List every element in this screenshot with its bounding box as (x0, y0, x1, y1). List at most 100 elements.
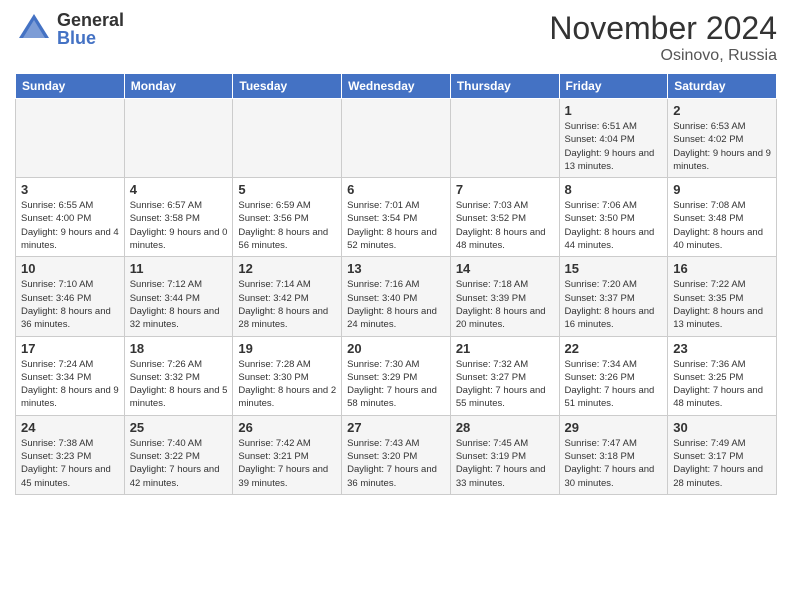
calendar-cell: 5 Sunrise: 6:59 AM Sunset: 3:56 PM Daylig… (233, 178, 342, 257)
day-info: Sunrise: 7:40 AM Sunset: 3:22 PM Dayligh… (130, 437, 228, 490)
title-block: November 2024 Osinovo, Russia (549, 10, 777, 65)
calendar-week-2: 3 Sunrise: 6:55 AM Sunset: 4:00 PM Daylig… (16, 178, 777, 257)
day-info: Sunrise: 7:34 AM Sunset: 3:26 PM Dayligh… (565, 358, 663, 411)
day-number: 23 (673, 341, 771, 356)
day-info: Sunrise: 7:22 AM Sunset: 3:35 PM Dayligh… (673, 278, 771, 331)
day-info: Sunrise: 7:45 AM Sunset: 3:19 PM Dayligh… (456, 437, 554, 490)
calendar-cell: 3 Sunrise: 6:55 AM Sunset: 4:00 PM Daylig… (16, 178, 125, 257)
day-info: Sunrise: 6:59 AM Sunset: 3:56 PM Dayligh… (238, 199, 336, 252)
calendar-cell: 1 Sunrise: 6:51 AM Sunset: 4:04 PM Daylig… (559, 99, 668, 178)
calendar-cell (233, 99, 342, 178)
day-number: 10 (21, 261, 119, 276)
location: Osinovo, Russia (549, 47, 777, 65)
day-info: Sunrise: 7:01 AM Sunset: 3:54 PM Dayligh… (347, 199, 445, 252)
calendar-cell (124, 99, 233, 178)
day-number: 8 (565, 182, 663, 197)
calendar-cell: 10 Sunrise: 7:10 AM Sunset: 3:46 PM Dayli… (16, 257, 125, 336)
day-info: Sunrise: 7:06 AM Sunset: 3:50 PM Dayligh… (565, 199, 663, 252)
day-info: Sunrise: 7:43 AM Sunset: 3:20 PM Dayligh… (347, 437, 445, 490)
day-number: 12 (238, 261, 336, 276)
day-info: Sunrise: 7:26 AM Sunset: 3:32 PM Dayligh… (130, 358, 228, 411)
day-number: 2 (673, 103, 771, 118)
calendar-cell: 25Sunrise: 7:40 AM Sunset: 3:22 PM Dayli… (124, 415, 233, 494)
day-number: 21 (456, 341, 554, 356)
day-number: 6 (347, 182, 445, 197)
day-info: Sunrise: 6:53 AM Sunset: 4:02 PM Dayligh… (673, 120, 771, 173)
calendar-cell: 13 Sunrise: 7:16 AM Sunset: 3:40 PM Dayli… (342, 257, 451, 336)
calendar-cell: 19 Sunrise: 7:28 AM Sunset: 3:30 PM Dayli… (233, 336, 342, 415)
calendar-cell (16, 99, 125, 178)
logo-icon (15, 10, 53, 48)
calendar-cell: 28 Sunrise: 7:45 AM Sunset: 3:19 PM Dayli… (450, 415, 559, 494)
calendar-cell: 4 Sunrise: 6:57 AM Sunset: 3:58 PM Daylig… (124, 178, 233, 257)
day-number: 20 (347, 341, 445, 356)
day-info: Sunrise: 7:47 AM Sunset: 3:18 PM Dayligh… (565, 437, 663, 490)
day-info: Sunrise: 7:20 AM Sunset: 3:37 PM Dayligh… (565, 278, 663, 331)
calendar-cell: 12 Sunrise: 7:14 AM Sunset: 3:42 PM Dayli… (233, 257, 342, 336)
day-info: Sunrise: 7:24 AM Sunset: 3:34 PM Dayligh… (21, 358, 119, 411)
day-number: 27 (347, 420, 445, 435)
day-number: 7 (456, 182, 554, 197)
logo-general-text: General (57, 11, 124, 29)
day-number: 5 (238, 182, 336, 197)
day-number: 24 (21, 420, 119, 435)
month-title: November 2024 (549, 10, 777, 47)
calendar-cell: 20 Sunrise: 7:30 AM Sunset: 3:29 PM Dayli… (342, 336, 451, 415)
calendar-cell: 24 Sunrise: 7:38 AM Sunset: 3:23 PM Dayli… (16, 415, 125, 494)
calendar-cell: 9 Sunrise: 7:08 AM Sunset: 3:48 PM Daylig… (668, 178, 777, 257)
header-row: Sunday Monday Tuesday Wednesday Thursday… (16, 74, 777, 99)
day-number: 3 (21, 182, 119, 197)
calendar-cell: 16 Sunrise: 7:22 AM Sunset: 3:35 PM Dayli… (668, 257, 777, 336)
calendar-table: Sunday Monday Tuesday Wednesday Thursday… (15, 73, 777, 495)
calendar-cell: 17 Sunrise: 7:24 AM Sunset: 3:34 PM Dayli… (16, 336, 125, 415)
day-info: Sunrise: 6:55 AM Sunset: 4:00 PM Dayligh… (21, 199, 119, 252)
day-info: Sunrise: 7:10 AM Sunset: 3:46 PM Dayligh… (21, 278, 119, 331)
day-number: 22 (565, 341, 663, 356)
day-number: 9 (673, 182, 771, 197)
day-info: Sunrise: 7:08 AM Sunset: 3:48 PM Dayligh… (673, 199, 771, 252)
day-number: 4 (130, 182, 228, 197)
day-number: 19 (238, 341, 336, 356)
calendar-cell: 2 Sunrise: 6:53 AM Sunset: 4:02 PM Daylig… (668, 99, 777, 178)
day-number: 1 (565, 103, 663, 118)
calendar-cell: 11Sunrise: 7:12 AM Sunset: 3:44 PM Dayli… (124, 257, 233, 336)
calendar-week-5: 24 Sunrise: 7:38 AM Sunset: 3:23 PM Dayli… (16, 415, 777, 494)
calendar-cell: 21 Sunrise: 7:32 AM Sunset: 3:27 PM Dayli… (450, 336, 559, 415)
calendar-cell: 30 Sunrise: 7:49 AM Sunset: 3:17 PM Dayli… (668, 415, 777, 494)
calendar-cell (342, 99, 451, 178)
day-info: Sunrise: 7:38 AM Sunset: 3:23 PM Dayligh… (21, 437, 119, 490)
day-number: 17 (21, 341, 119, 356)
day-number: 11 (130, 261, 228, 276)
day-number: 30 (673, 420, 771, 435)
day-info: Sunrise: 7:49 AM Sunset: 3:17 PM Dayligh… (673, 437, 771, 490)
day-info: Sunrise: 7:30 AM Sunset: 3:29 PM Dayligh… (347, 358, 445, 411)
calendar-cell: 18Sunrise: 7:26 AM Sunset: 3:32 PM Dayli… (124, 336, 233, 415)
col-friday: Friday (559, 74, 668, 99)
col-sunday: Sunday (16, 74, 125, 99)
calendar-week-4: 17 Sunrise: 7:24 AM Sunset: 3:34 PM Dayli… (16, 336, 777, 415)
header: General Blue November 2024 Osinovo, Russ… (15, 10, 777, 65)
day-number: 14 (456, 261, 554, 276)
day-info: Sunrise: 7:32 AM Sunset: 3:27 PM Dayligh… (456, 358, 554, 411)
page: General Blue November 2024 Osinovo, Russ… (0, 0, 792, 505)
day-info: Sunrise: 7:16 AM Sunset: 3:40 PM Dayligh… (347, 278, 445, 331)
calendar-cell (450, 99, 559, 178)
day-info: Sunrise: 7:28 AM Sunset: 3:30 PM Dayligh… (238, 358, 336, 411)
day-info: Sunrise: 7:14 AM Sunset: 3:42 PM Dayligh… (238, 278, 336, 331)
day-info: Sunrise: 6:51 AM Sunset: 4:04 PM Dayligh… (565, 120, 663, 173)
day-number: 16 (673, 261, 771, 276)
col-wednesday: Wednesday (342, 74, 451, 99)
day-info: Sunrise: 7:18 AM Sunset: 3:39 PM Dayligh… (456, 278, 554, 331)
calendar-cell: 27 Sunrise: 7:43 AM Sunset: 3:20 PM Dayli… (342, 415, 451, 494)
day-info: Sunrise: 6:57 AM Sunset: 3:58 PM Dayligh… (130, 199, 228, 252)
col-saturday: Saturday (668, 74, 777, 99)
day-info: Sunrise: 7:42 AM Sunset: 3:21 PM Dayligh… (238, 437, 336, 490)
calendar-cell: 23Sunrise: 7:36 AM Sunset: 3:25 PM Dayli… (668, 336, 777, 415)
col-thursday: Thursday (450, 74, 559, 99)
calendar-cell: 14 Sunrise: 7:18 AM Sunset: 3:39 PM Dayli… (450, 257, 559, 336)
day-number: 28 (456, 420, 554, 435)
day-number: 13 (347, 261, 445, 276)
calendar-cell: 7Sunrise: 7:03 AM Sunset: 3:52 PM Daylig… (450, 178, 559, 257)
calendar-cell: 15Sunrise: 7:20 AM Sunset: 3:37 PM Dayli… (559, 257, 668, 336)
col-monday: Monday (124, 74, 233, 99)
